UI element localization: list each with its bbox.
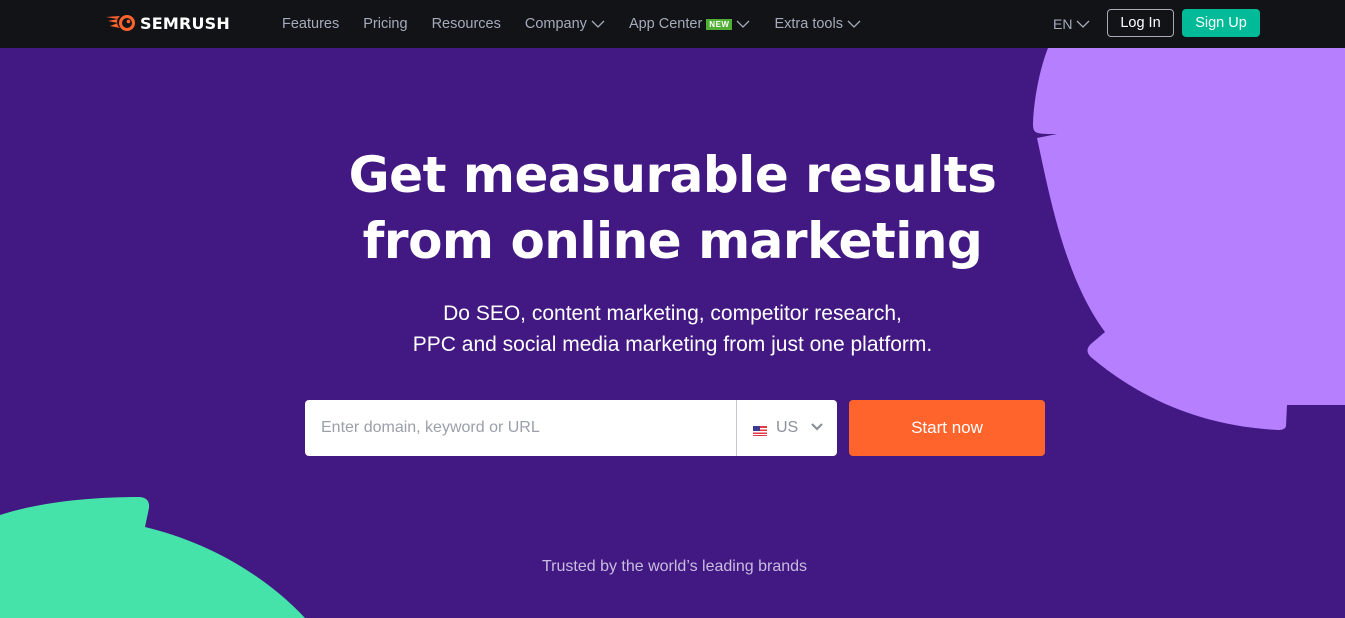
nav-link-resources[interactable]: Resources [432, 16, 501, 32]
chevron-down-icon [736, 19, 750, 29]
nav-link-extra-tools[interactable]: Extra tools [774, 16, 861, 32]
trusted-by-text: Trusted by the world’s leading brands [541, 558, 808, 575]
language-selector[interactable]: EN [1053, 0, 1090, 48]
new-badge: NEW [706, 18, 733, 30]
hero-title: Get measurable results from online marke… [0, 142, 1345, 274]
nav-link-features[interactable]: Features [282, 16, 339, 32]
nav-link-company[interactable]: Company [525, 16, 605, 32]
semrush-logo[interactable]: SEMRUSH [104, 13, 230, 33]
nav-link-label: Pricing [363, 16, 408, 32]
hero-subtitle-line-1: Do SEO, content marketing, competitor re… [443, 302, 902, 325]
nav-link-label: Resources [431, 16, 501, 32]
search-form: US [305, 400, 837, 456]
us-flag-icon [753, 423, 767, 436]
search-input[interactable] [305, 400, 736, 456]
logo-text: SEMRUSH [140, 13, 231, 33]
nav-link-app-center[interactable]: App Center NEW [629, 16, 751, 32]
signup-button[interactable]: Sign Up [1182, 9, 1260, 37]
chevron-down-icon [1076, 19, 1090, 29]
chevron-down-icon [847, 19, 861, 29]
decorative-green-shape [0, 490, 320, 618]
semrush-fireball-icon [104, 13, 136, 33]
hero-subtitle: Do SEO, content marketing, competitor re… [0, 298, 1345, 360]
nav-link-label: App Center [628, 16, 703, 32]
chevron-down-icon [810, 419, 824, 437]
nav-link-pricing[interactable]: Pricing [363, 16, 407, 32]
main-nav: Features Pricing Resources Company App C… [282, 0, 885, 48]
top-navbar: SEMRUSH Features Pricing Resources Compa… [0, 0, 1345, 48]
country-label: US [776, 419, 799, 436]
login-button[interactable]: Log In [1107, 9, 1174, 37]
chevron-down-icon [591, 19, 605, 29]
start-now-button[interactable]: Start now [849, 400, 1045, 456]
hero-subtitle-line-2: PPC and social media marketing from just… [412, 333, 933, 356]
nav-link-label: Company [524, 16, 587, 32]
nav-link-label: Extra tools [774, 16, 843, 32]
country-select[interactable]: US [736, 400, 837, 456]
language-label: EN [1053, 16, 1073, 32]
hero-title-line-2: from online marketing [362, 212, 983, 270]
hero-title-line-1: Get measurable results [348, 146, 997, 204]
nav-link-label: Features [282, 16, 340, 32]
